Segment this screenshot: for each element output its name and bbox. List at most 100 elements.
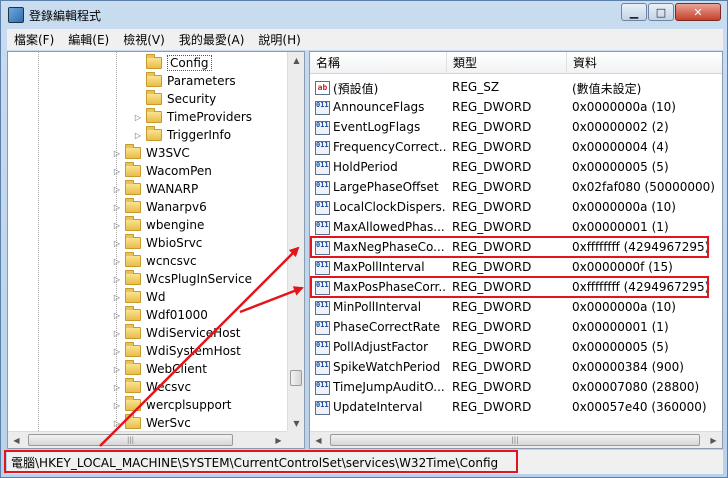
- expand-arrow-icon[interactable]: ▷: [111, 347, 123, 356]
- value-row[interactable]: 011 110FrequencyCorrect... REG_DWORD 0x000…: [310, 138, 722, 158]
- tree-item-label: Config: [167, 55, 212, 71]
- expand-arrow-icon[interactable]: ▷: [111, 293, 123, 302]
- expand-arrow-icon[interactable]: ▷: [111, 149, 123, 158]
- tree-item[interactable]: ▷ TriggerInfo: [132, 126, 231, 144]
- value-data: 0x00000001 (1): [572, 220, 669, 234]
- value-row[interactable]: 011 110MinPollInterval REG_DWORD 0x0000000…: [310, 298, 722, 318]
- expand-arrow-icon[interactable]: ▷: [111, 257, 123, 266]
- expand-arrow-icon[interactable]: ▷: [111, 329, 123, 338]
- tree-item[interactable]: ▷ Wecsvc: [111, 378, 191, 396]
- value-row[interactable]: 011 110HoldPeriod REG_DWORD 0x00000005 (5): [310, 158, 722, 178]
- close-button[interactable]: ✕: [675, 3, 721, 21]
- tree-item[interactable]: ▷ WdiSystemHost: [111, 342, 241, 360]
- value-type: REG_DWORD: [452, 360, 532, 374]
- value-row[interactable]: 011 110AnnounceFlags REG_DWORD 0x0000000a …: [310, 98, 722, 118]
- menu-item-3[interactable]: 我的最愛(A): [172, 31, 252, 48]
- window-title: 登錄編輯程式: [29, 9, 102, 23]
- expand-arrow-icon[interactable]: ▷: [132, 113, 144, 122]
- tree-vertical-scrollbar[interactable]: ▲ ▼: [287, 52, 304, 432]
- expand-arrow-icon[interactable]: ▷: [111, 221, 123, 230]
- value-name: MaxPollInterval: [333, 260, 425, 274]
- folder-icon: [125, 378, 141, 393]
- value-row[interactable]: 011 110PhaseCorrectRate REG_DWORD 0x000000…: [310, 318, 722, 338]
- tree-item[interactable]: ▷ Wdf01000: [111, 306, 208, 324]
- expand-arrow-icon[interactable]: ▷: [111, 419, 123, 428]
- value-row[interactable]: 011 110SpikeWatchPeriod REG_DWORD 0x000003…: [310, 358, 722, 378]
- expand-arrow-icon[interactable]: ▷: [132, 131, 144, 140]
- expand-arrow-icon[interactable]: ▷: [111, 275, 123, 284]
- value-type: REG_DWORD: [452, 320, 532, 334]
- scroll-up-icon[interactable]: ▲: [288, 52, 304, 69]
- scroll-right-icon[interactable]: ▶: [705, 432, 722, 448]
- tree-scroll-thumb[interactable]: [290, 370, 302, 386]
- column-data-header[interactable]: 資料: [567, 52, 722, 74]
- column-type-header[interactable]: 類型: [447, 52, 567, 74]
- dword-value-icon: 011 110: [315, 161, 330, 175]
- tree-item[interactable]: Config: [132, 54, 212, 72]
- value-row[interactable]: 011 110MaxAllowedPhas... REG_DWORD 0x00000…: [310, 218, 722, 238]
- value-row[interactable]: 011 110LocalClockDispers... REG_DWORD 0x00…: [310, 198, 722, 218]
- folder-icon: [125, 162, 141, 177]
- menu-item-1[interactable]: 編輯(E): [61, 31, 116, 48]
- tree-item[interactable]: ▷ W3SVC: [111, 144, 190, 162]
- tree-hscroll-thumb[interactable]: |||: [28, 434, 233, 446]
- column-name-header[interactable]: 名稱: [310, 52, 447, 74]
- tree-item[interactable]: ▷ Wd: [111, 288, 165, 306]
- value-row[interactable]: 011 110MaxNegPhaseCo... REG_DWORD 0xffffff…: [310, 238, 722, 258]
- tree-item[interactable]: Security: [132, 90, 216, 108]
- title-bar[interactable]: 登錄編輯程式 ▁ □ ✕: [1, 1, 727, 29]
- tree-item[interactable]: Parameters: [132, 72, 236, 90]
- tree-item[interactable]: ▷ Wanarpv6: [111, 198, 207, 216]
- tree-item[interactable]: ▷ WbioSrvc: [111, 234, 202, 252]
- tree-horizontal-scrollbar[interactable]: ◀ ||| ▶: [8, 431, 287, 448]
- maximize-button[interactable]: □: [648, 3, 674, 21]
- scroll-right-icon[interactable]: ▶: [270, 432, 287, 448]
- tree-item-label: Wdf01000: [146, 308, 208, 322]
- status-key-path: 電腦\HKEY_LOCAL_MACHINE\SYSTEM\CurrentCont…: [11, 456, 499, 470]
- expand-arrow-icon[interactable]: ▷: [111, 383, 123, 392]
- values-hscroll-thumb[interactable]: |||: [330, 434, 700, 446]
- tree-item[interactable]: ▷ wercplsupport: [111, 396, 232, 414]
- menu-item-0[interactable]: 檔案(F): [7, 31, 61, 48]
- scroll-left-icon[interactable]: ◀: [310, 432, 327, 448]
- tree-item-label: Security: [167, 92, 217, 106]
- menu-item-2[interactable]: 檢視(V): [116, 31, 172, 48]
- tree-item[interactable]: ▷ WerSvc: [111, 414, 191, 432]
- value-row[interactable]: 011 110TimeJumpAuditO... REG_DWORD 0x00007…: [310, 378, 722, 398]
- dword-value-icon: 011 110: [315, 261, 330, 275]
- folder-icon: [125, 288, 141, 303]
- tree-item[interactable]: ▷ WdiServiceHost: [111, 324, 241, 342]
- values-pane[interactable]: 名稱 類型 資料 ab(預設值)REG_SZ(數值未設定)011 110Anno…: [309, 51, 723, 449]
- value-row[interactable]: 011 110MaxPosPhaseCorr... REG_DWORD 0xffff…: [310, 278, 722, 298]
- expand-arrow-icon[interactable]: ▷: [111, 185, 123, 194]
- value-row[interactable]: ab (預設值) REG_SZ (數值未設定): [310, 78, 722, 98]
- scroll-left-icon[interactable]: ◀: [8, 432, 25, 448]
- minimize-button[interactable]: ▁: [621, 3, 647, 21]
- tree-item[interactable]: ▷ WacomPen: [111, 162, 212, 180]
- tree-item[interactable]: ▷ wbengine: [111, 216, 204, 234]
- expand-arrow-icon[interactable]: ▷: [111, 311, 123, 320]
- expand-arrow-icon[interactable]: ▷: [111, 365, 123, 374]
- tree-item[interactable]: ▷ TimeProviders: [132, 108, 252, 126]
- value-row[interactable]: 011 110UpdateInterval REG_DWORD 0x00057e40…: [310, 398, 722, 418]
- tree-item[interactable]: ▷ wcncsvc: [111, 252, 197, 270]
- key-tree-pane[interactable]: Config Parameters Security ▷ TimeProviders ▷ T…: [7, 51, 305, 449]
- menu-item-4[interactable]: 說明(H): [251, 31, 307, 48]
- tree-item[interactable]: ▷ WcsPlugInService: [111, 270, 252, 288]
- expand-arrow-icon[interactable]: ▷: [111, 203, 123, 212]
- tree-item[interactable]: ▷ WANARP: [111, 180, 198, 198]
- value-row[interactable]: 011 110PollAdjustFactor REG_DWORD 0x000000…: [310, 338, 722, 358]
- expand-arrow-icon[interactable]: ▷: [111, 239, 123, 248]
- tree-item-label: wercplsupport: [146, 398, 232, 412]
- values-horizontal-scrollbar[interactable]: ◀ ||| ▶: [310, 431, 722, 448]
- tree-item-label: WebClient: [146, 362, 207, 376]
- expand-arrow-icon[interactable]: ▷: [111, 401, 123, 410]
- tree-item-label: TriggerInfo: [167, 128, 232, 142]
- expand-arrow-icon[interactable]: ▷: [111, 167, 123, 176]
- tree-item-label: Parameters: [167, 74, 236, 88]
- tree-item[interactable]: ▷ WebClient: [111, 360, 207, 378]
- value-row[interactable]: 011 110MaxPollInterval REG_DWORD 0x0000000…: [310, 258, 722, 278]
- value-row[interactable]: 011 110EventLogFlags REG_DWORD 0x00000002 …: [310, 118, 722, 138]
- scroll-down-icon[interactable]: ▼: [288, 415, 304, 432]
- value-row[interactable]: 011 110LargePhaseOffset REG_DWORD 0x02faf0…: [310, 178, 722, 198]
